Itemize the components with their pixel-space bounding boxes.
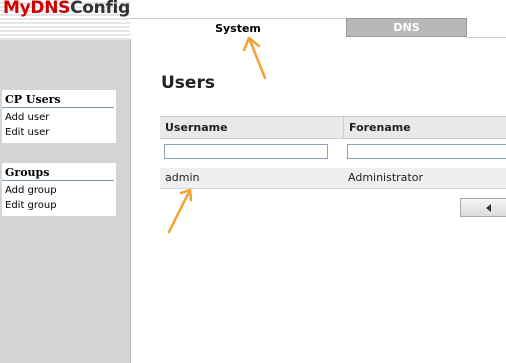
annotation-arrows [167,36,267,234]
arrow-to-system-tab [242,36,267,80]
arrow-to-admin-row [167,188,193,234]
